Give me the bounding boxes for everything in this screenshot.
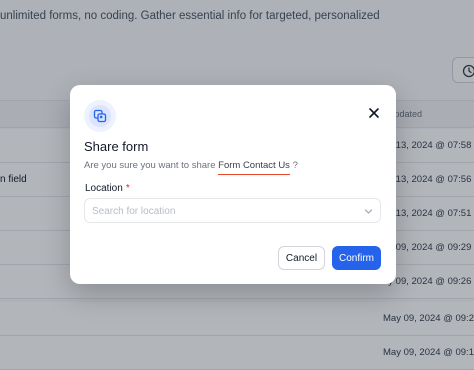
subtitle-suffix: ? <box>292 160 298 171</box>
cancel-button[interactable]: Cancel <box>278 246 325 270</box>
required-marker: * <box>125 183 130 194</box>
location-label: Location * <box>85 183 130 194</box>
close-button[interactable] <box>366 105 382 121</box>
form-name-text: Form Contact Us <box>218 160 290 171</box>
location-placeholder: Search for location <box>92 206 176 217</box>
modal-title: Share form <box>84 139 149 154</box>
close-icon <box>369 108 379 118</box>
modal-icon-badge <box>84 100 116 132</box>
confirm-button[interactable]: Confirm <box>332 246 381 270</box>
subtitle-prefix: Are you sure you want to share <box>84 160 216 171</box>
form-name: Form Contact Us <box>218 160 290 175</box>
location-label-text: Location <box>85 183 123 194</box>
share-copy-icon <box>93 109 107 123</box>
share-form-dialog: Share form Are you sure you want to shar… <box>70 85 396 284</box>
form-name-underline <box>218 173 290 175</box>
chevron-down-icon <box>364 209 373 214</box>
modal-subtitle: Are you sure you want to share Form Cont… <box>84 160 298 175</box>
location-select[interactable]: Search for location <box>84 198 381 223</box>
